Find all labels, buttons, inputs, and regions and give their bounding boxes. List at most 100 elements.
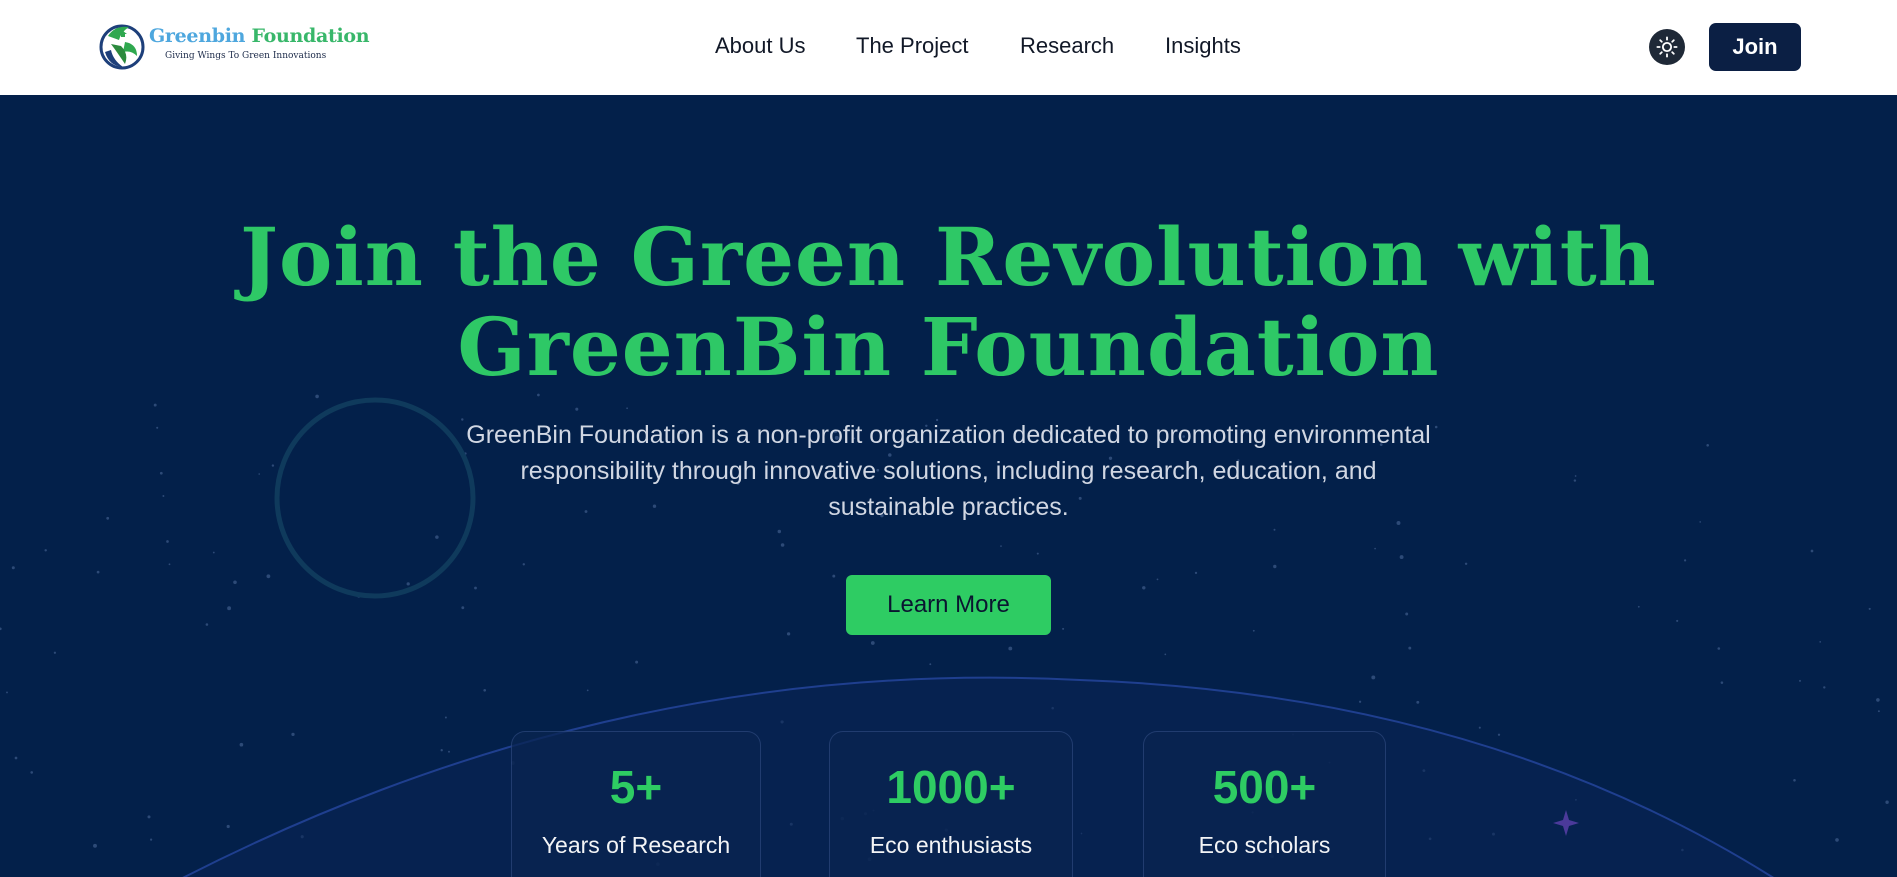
star-dot	[1684, 559, 1687, 562]
star-dot	[1062, 627, 1065, 630]
star-dot	[227, 606, 232, 611]
star-dot	[1156, 578, 1159, 581]
star-dot	[575, 407, 579, 411]
star-dot	[258, 473, 261, 475]
star-dot	[1799, 679, 1801, 682]
star-dot	[1374, 547, 1376, 550]
star-dot	[96, 570, 100, 574]
star-dot	[1358, 700, 1362, 703]
star-dot	[474, 586, 477, 590]
logo-title: Greenbin Foundation	[149, 25, 370, 47]
star-dot	[1574, 475, 1577, 477]
star-dot	[291, 732, 295, 737]
star-dot	[635, 660, 639, 664]
stat-label: Eco enthusiasts	[869, 832, 1033, 858]
star-dot	[1717, 647, 1721, 650]
stat-label: Eco scholars	[1198, 832, 1331, 858]
star-dot	[1416, 700, 1420, 704]
star-dot	[1164, 653, 1167, 656]
star-dot	[150, 838, 153, 841]
star-dot	[1036, 552, 1039, 555]
star-dot	[1273, 528, 1276, 531]
star-dot	[11, 566, 15, 570]
star-dot	[1573, 479, 1577, 482]
star-dot	[444, 716, 447, 719]
star-dot	[1405, 612, 1409, 616]
star-dot	[166, 540, 169, 543]
star-dot	[522, 563, 525, 566]
star-dot	[777, 529, 782, 534]
star-dot	[147, 815, 151, 819]
star-dot	[786, 632, 791, 636]
star-dot	[1497, 733, 1501, 736]
sun-icon	[1656, 36, 1678, 58]
logo-title-part2: Foundation	[251, 25, 370, 47]
star-dot	[440, 749, 443, 752]
star-dot	[586, 689, 589, 692]
star-dot	[1371, 675, 1376, 680]
star-dot	[1194, 571, 1198, 575]
star-dot	[212, 551, 215, 554]
theme-toggle-button[interactable]	[1649, 29, 1685, 65]
star-dot	[870, 641, 875, 645]
star-dot	[461, 606, 465, 610]
learn-more-button[interactable]: Learn More	[846, 575, 1051, 635]
logo-title-part1: Greenbin	[149, 25, 246, 47]
nav-insights[interactable]: Insights	[1165, 33, 1241, 59]
star-dot	[832, 574, 836, 578]
star-dot	[1142, 586, 1146, 590]
join-button[interactable]: Join	[1709, 23, 1801, 71]
star-dot	[1008, 646, 1013, 651]
star-dot	[93, 843, 97, 848]
site-logo[interactable]: Greenbin Foundation Giving Wings To Gree…	[99, 22, 370, 72]
stat-value: 500+	[1212, 761, 1317, 813]
star-dot	[0, 627, 2, 631]
star-dot	[1819, 641, 1822, 643]
star-dot	[1868, 607, 1871, 610]
star-dot	[435, 535, 439, 539]
hero-section: Join the Green Revolution with GreenBin …	[0, 95, 1897, 877]
stat-value: 5+	[609, 761, 663, 813]
star-dot	[30, 771, 34, 774]
site-header: Greenbin Foundation Giving Wings To Gree…	[0, 0, 1897, 95]
decorative-ring	[274, 397, 476, 599]
star-dot	[233, 580, 237, 585]
star-dot	[780, 543, 785, 547]
stat-value: 1000+	[886, 761, 1016, 813]
nav-research[interactable]: Research	[1020, 33, 1114, 59]
star-dot	[153, 403, 157, 407]
star-dot	[53, 651, 57, 654]
star-dot	[1810, 549, 1814, 553]
star-dot	[205, 623, 209, 626]
nav-about-us[interactable]: About Us	[715, 33, 806, 59]
nav-the-project[interactable]: The Project	[856, 33, 969, 59]
star-dot	[1273, 564, 1277, 569]
star-dot	[156, 426, 159, 429]
star-dot	[1885, 800, 1889, 804]
star-dot	[1877, 710, 1880, 713]
star-dot	[168, 563, 171, 566]
star-dot	[1793, 779, 1796, 782]
star-dot	[1720, 681, 1724, 684]
stat-card-years: 5+ Years of Research	[511, 731, 761, 877]
star-dot	[1399, 555, 1404, 560]
star-dot	[271, 464, 275, 467]
hero-headline-line2: GreenBin Foundation	[457, 300, 1440, 394]
star-dot	[1876, 698, 1880, 702]
star-dot	[1706, 444, 1709, 447]
star-dot	[406, 582, 410, 586]
star-dot	[106, 516, 110, 520]
star-dot	[1000, 545, 1002, 547]
star-dot	[226, 824, 230, 829]
star-dot	[1478, 726, 1481, 729]
star-dot	[1464, 562, 1468, 566]
star-dot	[14, 756, 18, 760]
star-dot	[1699, 521, 1702, 523]
star-dot	[315, 394, 319, 399]
star-dot	[162, 495, 165, 497]
star-dot	[929, 663, 932, 666]
star-dot	[6, 691, 8, 694]
star-dot	[1408, 646, 1412, 650]
star-dot	[1637, 605, 1640, 608]
stat-card-scholars: 500+ Eco scholars	[1143, 731, 1386, 877]
